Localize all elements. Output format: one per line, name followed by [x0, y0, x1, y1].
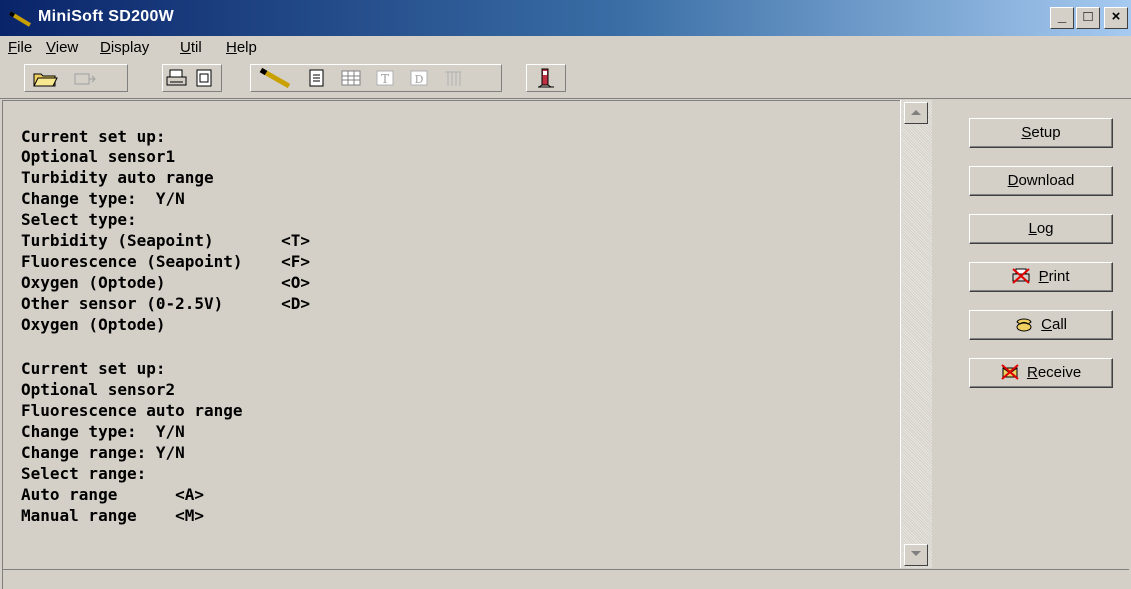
terminal-line: Select type:: [21, 210, 137, 229]
log-button-label: Log: [1028, 220, 1054, 237]
menu-file[interactable]: File: [8, 39, 32, 56]
close-button[interactable]: ×: [1104, 7, 1128, 29]
window-title: MiniSoft SD200W: [38, 8, 175, 25]
setup-button-label: Setup: [1021, 124, 1061, 141]
toolbar-group-print: [162, 64, 222, 92]
terminal-line: Fluorescence auto range: [21, 401, 243, 420]
menu-util[interactable]: Util: [180, 39, 202, 56]
terminal-line: Turbidity auto range: [21, 168, 214, 187]
arrow-down-icon: [911, 551, 921, 556]
scroll-down-button[interactable]: [904, 544, 928, 566]
terminal-line: Manual range <M>: [21, 506, 205, 525]
terminal-output[interactable]: Current set up: Optional sensor1 Turbidi…: [2, 100, 901, 569]
terminal-line: Other sensor (0-2.5V) <D>: [21, 294, 310, 313]
terminal-line: Change range: Y/N: [21, 443, 185, 462]
text-icon[interactable]: T: [371, 67, 399, 89]
menu-view[interactable]: View: [46, 39, 78, 56]
terminal-line: Turbidity (Seapoint) <T>: [21, 231, 310, 250]
terminal-line: Oxygen (Optode) <O>: [21, 273, 310, 292]
terminal-line: Optional sensor2: [21, 380, 176, 399]
page-icon[interactable]: [191, 67, 219, 89]
terminal-line: Fluorescence (Seapoint) <F>: [21, 252, 310, 271]
menu-display[interactable]: Display: [100, 39, 149, 56]
menu-help[interactable]: Help: [226, 39, 257, 56]
terminal-line: Current set up:: [21, 359, 166, 378]
toolbar-group-tools: T D: [250, 64, 502, 92]
print-icon[interactable]: [163, 67, 191, 89]
minimize-button[interactable]: _: [1050, 7, 1074, 29]
download-button-label: Download: [1007, 172, 1075, 189]
toolbar: T D: [0, 60, 1131, 99]
print-button-label: Print: [1038, 268, 1070, 285]
vertical-scrollbar[interactable]: [900, 100, 932, 568]
terminal-line: Auto range <A>: [21, 485, 205, 504]
open-folder-icon[interactable]: [31, 67, 59, 89]
toolbar-group-instrument: [526, 64, 566, 92]
svg-text:T: T: [381, 72, 389, 86]
scroll-up-button[interactable]: [904, 102, 928, 124]
phone-icon: [1016, 318, 1032, 332]
document-icon[interactable]: [303, 67, 331, 89]
grid-icon[interactable]: [439, 67, 467, 89]
table-icon[interactable]: [337, 67, 365, 89]
receive-button-label: Receive: [1026, 364, 1082, 381]
terminal-line: Change type: Y/N: [21, 422, 185, 441]
receive-button[interactable]: Receive: [969, 358, 1113, 388]
instrument-icon[interactable]: [532, 67, 560, 89]
terminal-line: Oxygen (Optode): [21, 315, 166, 334]
terminal-line: Change type: Y/N: [21, 189, 185, 208]
print-disabled-icon: [1012, 268, 1031, 284]
download-button[interactable]: Download: [969, 166, 1113, 196]
terminal-line: Current set up:: [21, 127, 166, 146]
terminal-line: Optional sensor1: [21, 147, 176, 166]
menu-bar: File View Display Util Help: [0, 36, 1131, 60]
print-button[interactable]: Print: [969, 262, 1113, 292]
call-button[interactable]: Call: [969, 310, 1113, 340]
title-bar: MiniSoft SD200W _ □ ×: [0, 0, 1131, 36]
svg-text:D: D: [415, 73, 424, 86]
arrow-up-icon: [911, 110, 921, 115]
setup-button[interactable]: Setup: [969, 118, 1113, 148]
app-pen-icon: [8, 11, 32, 27]
toolbar-group-file: [24, 64, 128, 92]
maximize-button[interactable]: □: [1076, 7, 1100, 29]
import-icon[interactable]: [71, 67, 99, 89]
status-bar: [2, 569, 1129, 589]
terminal-line: Select range:: [21, 464, 147, 483]
log-button[interactable]: Log: [969, 214, 1113, 244]
pen-icon[interactable]: [257, 67, 295, 89]
call-button-label: Call: [1041, 316, 1068, 333]
receive-disabled-icon: [1001, 364, 1019, 380]
d-icon[interactable]: D: [405, 67, 433, 89]
